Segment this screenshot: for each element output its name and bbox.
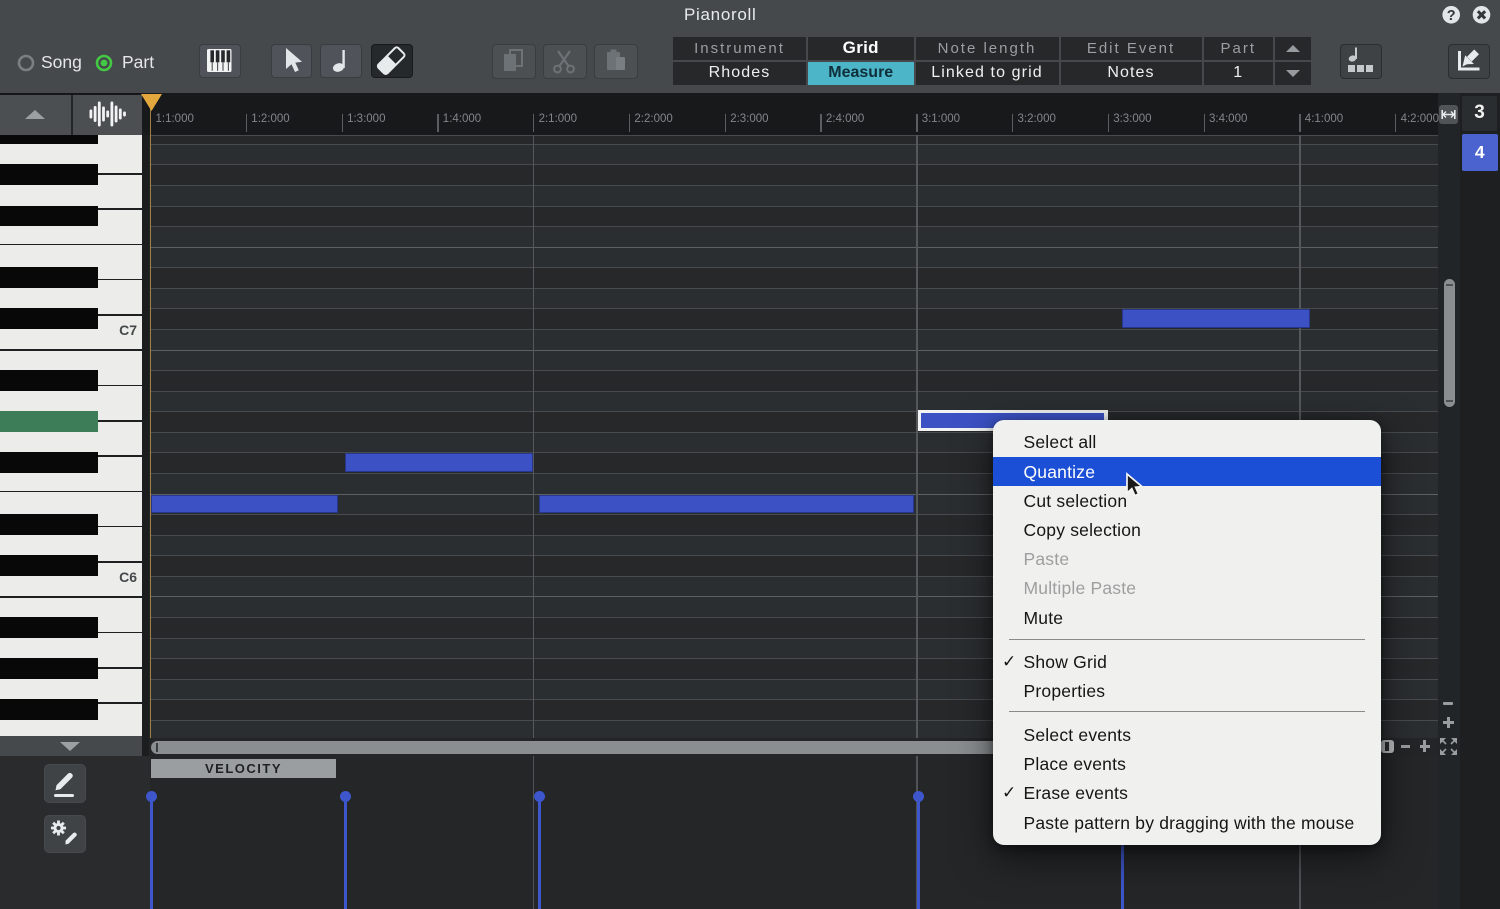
svg-text:?: ? [1447, 8, 1456, 24]
